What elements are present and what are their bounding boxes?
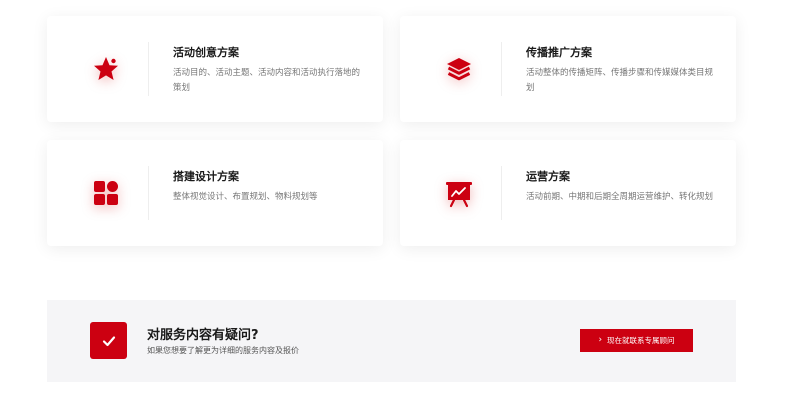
- banner-title: 对服务内容有疑问?: [147, 328, 259, 343]
- card-divider: [148, 166, 149, 220]
- card-divider: [148, 42, 149, 96]
- service-card-design: 搭建设计方案 整体视觉设计、布置规划、物料规划等: [47, 140, 383, 246]
- card-divider: [501, 166, 502, 220]
- service-title: 运营方案: [526, 170, 570, 183]
- layers-icon: [442, 52, 476, 86]
- service-description: 活动整体的传播矩阵、传播步骤和传媒媒体类目规划: [526, 68, 714, 93]
- service-description: 活动目的、活动主题、活动内容和活动执行落地的策划: [173, 68, 361, 93]
- banner-subtitle: 如果您想要了解更为详细的服务内容及报价: [147, 346, 299, 355]
- service-card-promotion: 传播推广方案 活动整体的传播矩阵、传播步骤和传媒媒体类目规划: [400, 16, 736, 122]
- star-icon: [89, 52, 123, 86]
- service-title: 搭建设计方案: [173, 170, 239, 183]
- service-description: 活动前期、中期和后期全周期运营维护、转化规划: [526, 192, 714, 202]
- checkmark-icon: [90, 322, 127, 359]
- service-card-creative: 活动创意方案 活动目的、活动主题、活动内容和活动执行落地的策划: [47, 16, 383, 122]
- service-title: 活动创意方案: [173, 46, 239, 59]
- service-card-operation: 运营方案 活动前期、中期和后期全周期运营维护、转化规划: [400, 140, 736, 246]
- service-description: 整体视觉设计、布置规划、物料规划等: [173, 192, 318, 202]
- card-divider: [501, 42, 502, 96]
- service-title: 传播推广方案: [526, 46, 592, 59]
- contact-advisor-button-label: 现在就联系专属顾问: [607, 336, 675, 345]
- grid-apps-icon: [89, 176, 123, 210]
- presentation-chart-icon: [442, 176, 476, 210]
- contact-advisor-button[interactable]: › 现在就联系专属顾问: [580, 329, 693, 352]
- contact-banner: 对服务内容有疑问? 如果您想要了解更为详细的服务内容及报价 › 现在就联系专属顾…: [47, 300, 736, 382]
- chevron-right-icon: ›: [598, 335, 603, 345]
